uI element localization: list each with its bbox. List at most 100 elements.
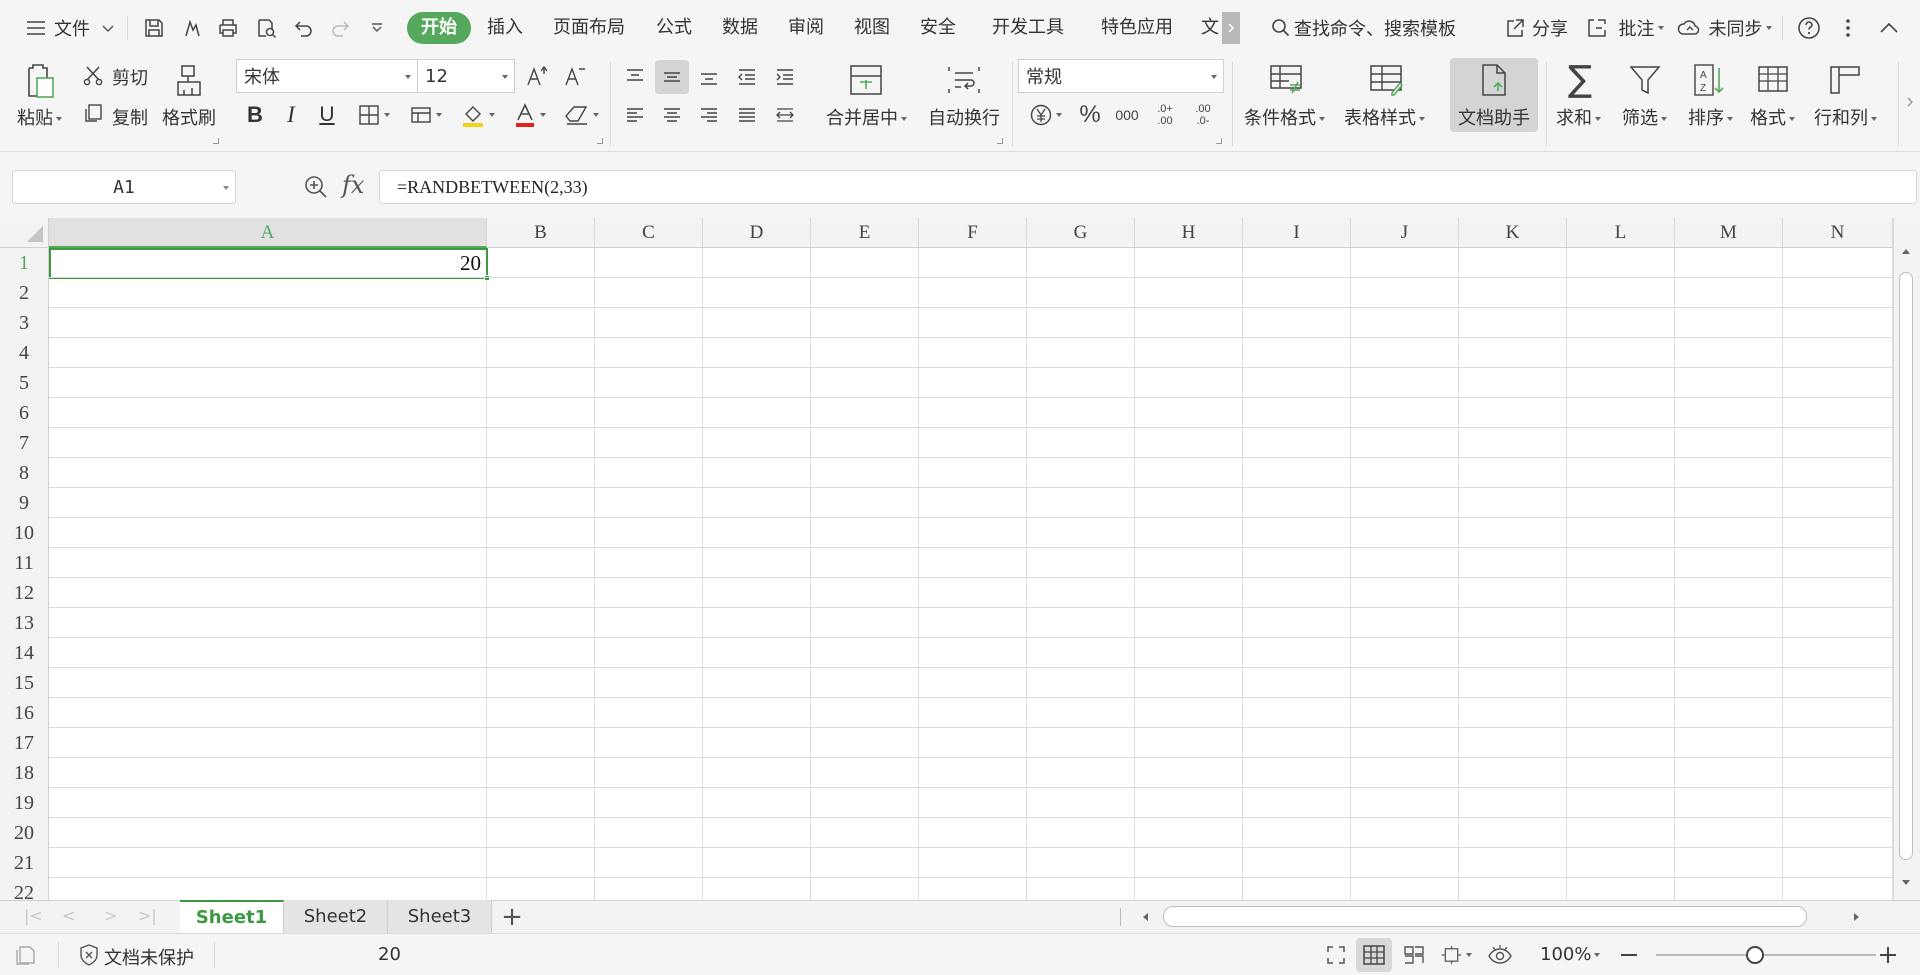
customize-toolbar-icon[interactable] xyxy=(366,0,388,56)
row-header-11[interactable]: 11 xyxy=(0,548,49,578)
insert-function-button[interactable]: fx xyxy=(342,171,364,199)
row-header-4[interactable]: 4 xyxy=(0,338,49,368)
ribbon-scroll-right-icon[interactable] xyxy=(1900,60,1920,144)
copy-icon[interactable] xyxy=(80,100,106,126)
row-header-20[interactable]: 20 xyxy=(0,818,49,848)
wrap-text-icon[interactable] xyxy=(944,60,984,100)
clipboard-dialog-launcher[interactable] xyxy=(213,138,219,144)
percent-format-icon[interactable]: % xyxy=(1074,98,1106,132)
fullscreen-icon[interactable] xyxy=(1322,942,1350,968)
name-box[interactable]: A1 xyxy=(12,170,236,204)
align-right-icon[interactable] xyxy=(694,98,724,132)
file-menu[interactable]: 文件 xyxy=(52,0,92,56)
share-button[interactable]: 分享 xyxy=(1530,0,1570,56)
eye-protection-icon[interactable] xyxy=(1484,942,1516,968)
column-header-n[interactable]: N xyxy=(1783,218,1893,248)
align-top-icon[interactable] xyxy=(620,60,650,94)
first-sheet-icon[interactable]: |< xyxy=(24,906,43,925)
tab-page-layout[interactable]: 页面布局 xyxy=(548,12,630,44)
sheet-tab-sheet2[interactable]: Sheet2 xyxy=(284,900,388,933)
borders-icon[interactable] xyxy=(350,98,396,132)
column-header-m[interactable]: M xyxy=(1675,218,1783,248)
align-center-icon[interactable] xyxy=(657,98,687,132)
filter-button[interactable]: 筛选 xyxy=(1622,104,1667,130)
table-style-button[interactable]: 表格样式 xyxy=(1344,104,1425,130)
cell-grid[interactable]: 20 xyxy=(49,248,1893,900)
doc-assistant-icon[interactable] xyxy=(1474,60,1514,100)
hscroll-left-icon[interactable] xyxy=(1138,908,1152,926)
fill-color-icon[interactable] xyxy=(454,98,500,132)
increase-decimal-icon[interactable]: .0+ .00 xyxy=(1148,98,1182,132)
paste-button[interactable]: 粘贴 xyxy=(17,104,62,130)
tab-special-features[interactable]: 特色应用 xyxy=(1096,12,1178,44)
sheet-tab-sheet3[interactable]: Sheet3 xyxy=(388,900,492,933)
conditional-format-button[interactable]: 条件格式 xyxy=(1244,104,1325,130)
justify-icon[interactable] xyxy=(732,98,762,132)
zoom-in-icon[interactable] xyxy=(1876,942,1900,968)
sum-icon[interactable]: ∑ xyxy=(1562,60,1598,100)
paste-icon[interactable] xyxy=(18,60,60,102)
decrease-font-icon[interactable] xyxy=(560,60,590,92)
font-name-select[interactable]: 宋体 xyxy=(236,59,418,93)
page-break-view-icon[interactable] xyxy=(1400,942,1428,968)
comment-icon[interactable] xyxy=(1582,0,1612,56)
zoom-search-icon[interactable] xyxy=(302,172,330,202)
comment-button[interactable]: 批注 xyxy=(1612,0,1670,56)
increase-font-icon[interactable] xyxy=(522,60,552,92)
tab-truncated[interactable]: 文 xyxy=(1198,12,1222,44)
column-header-g[interactable]: G xyxy=(1027,218,1135,248)
format-painter-button[interactable]: 格式刷 xyxy=(162,104,216,130)
number-dialog-launcher[interactable] xyxy=(1216,138,1222,144)
row-header-12[interactable]: 12 xyxy=(0,578,49,608)
column-header-c[interactable]: C xyxy=(595,218,703,248)
search-icon[interactable] xyxy=(1266,0,1296,56)
page-layout-view-icon[interactable] xyxy=(1440,942,1472,968)
share-icon[interactable] xyxy=(1500,0,1530,56)
font-size-select[interactable]: 12 xyxy=(417,59,515,93)
row-header-17[interactable]: 17 xyxy=(0,728,49,758)
last-sheet-icon[interactable]: >| xyxy=(138,906,157,925)
clear-format-icon[interactable] xyxy=(558,98,604,132)
tab-developer[interactable]: 开发工具 xyxy=(986,12,1070,44)
column-header-a[interactable]: A xyxy=(49,218,487,248)
zoom-out-icon[interactable] xyxy=(1618,942,1640,968)
increase-indent-icon[interactable] xyxy=(770,60,800,94)
zoom-slider-track[interactable] xyxy=(1656,954,1876,956)
decrease-indent-icon[interactable] xyxy=(732,60,762,94)
file-menu-dropdown-icon[interactable] xyxy=(98,0,118,56)
decrease-decimal-icon[interactable]: .00.0- xyxy=(1186,98,1220,132)
column-header-d[interactable]: D xyxy=(703,218,811,248)
next-sheet-icon[interactable]: > xyxy=(104,906,117,925)
tab-home[interactable]: 开始 xyxy=(407,12,471,44)
page-view-icon[interactable] xyxy=(14,943,40,967)
sheet-tab-sheet1[interactable]: Sheet1 xyxy=(180,900,284,933)
cell-style-icon[interactable] xyxy=(402,98,448,132)
tab-data[interactable]: 数据 xyxy=(716,12,764,44)
save-icon[interactable] xyxy=(140,0,168,56)
sort-icon[interactable]: AZ xyxy=(1690,60,1728,100)
format-icon[interactable] xyxy=(1754,60,1792,100)
hscroll-right-icon[interactable] xyxy=(1850,908,1864,926)
normal-view-icon[interactable] xyxy=(1360,942,1388,968)
column-header-f[interactable]: F xyxy=(919,218,1027,248)
merge-center-icon[interactable] xyxy=(846,60,886,100)
scroll-down-icon[interactable] xyxy=(1899,876,1913,890)
row-header-22[interactable]: 22 xyxy=(0,878,49,900)
row-header-6[interactable]: 6 xyxy=(0,398,49,428)
row-header-18[interactable]: 18 xyxy=(0,758,49,788)
sync-status-button[interactable]: 未同步 xyxy=(1702,0,1778,56)
italic-icon[interactable]: I xyxy=(276,98,306,132)
column-header-e[interactable]: E xyxy=(811,218,919,248)
row-header-16[interactable]: 16 xyxy=(0,698,49,728)
horizontal-scroll-thumb[interactable] xyxy=(1163,906,1807,927)
doc-assistant-button[interactable]: 文档助手 xyxy=(1458,104,1530,130)
tab-review[interactable]: 审阅 xyxy=(782,12,830,44)
column-header-i[interactable]: I xyxy=(1243,218,1351,248)
column-header-h[interactable]: H xyxy=(1135,218,1243,248)
row-header-14[interactable]: 14 xyxy=(0,638,49,668)
collapse-ribbon-icon[interactable] xyxy=(1874,0,1904,56)
font-dialog-launcher[interactable] xyxy=(597,138,603,144)
command-search[interactable]: 查找命令、搜索模板 xyxy=(1294,0,1460,56)
row-col-button[interactable]: 行和列 xyxy=(1814,104,1877,130)
copy-button[interactable]: 复制 xyxy=(112,104,148,130)
